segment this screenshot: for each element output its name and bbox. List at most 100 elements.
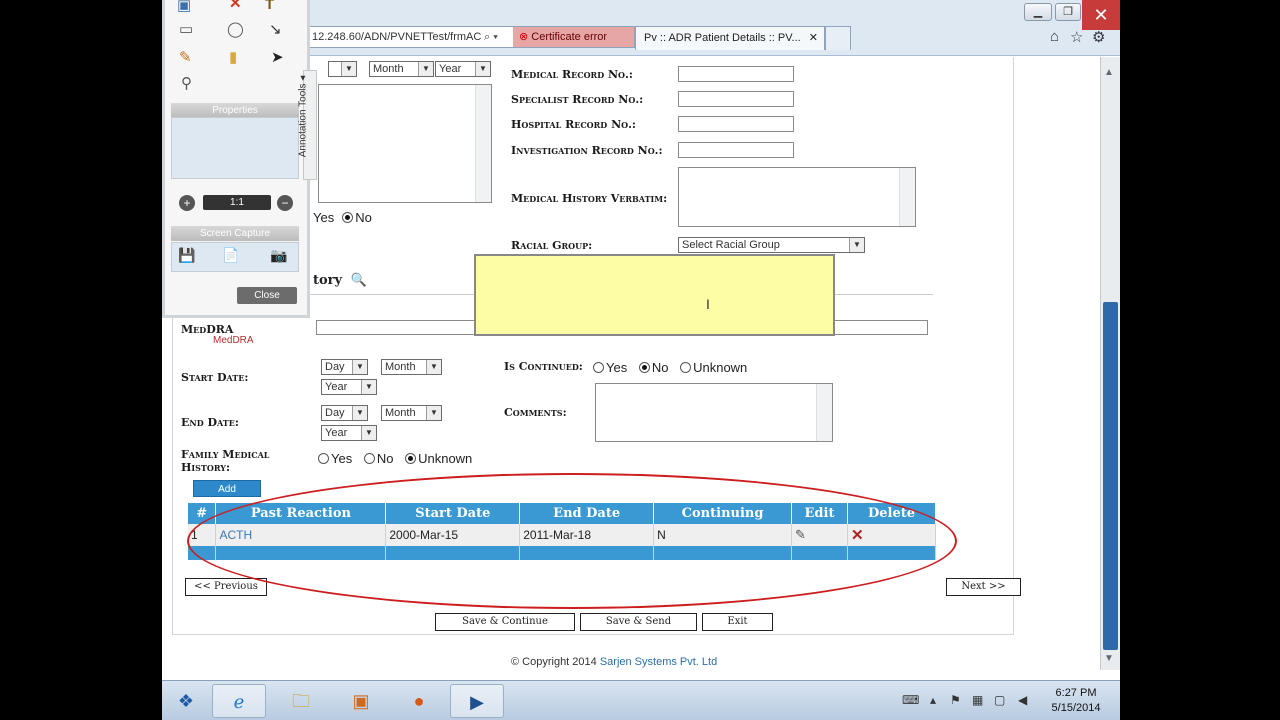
investigation-record-label: Investigation Record No.: xyxy=(511,144,663,157)
company-link[interactable]: Sarjen Systems Pvt. Ltd xyxy=(600,656,717,668)
search-icon[interactable]: ⌕ ▾ xyxy=(484,27,498,47)
delete-tool-icon[interactable]: ✕ xyxy=(229,0,242,12)
arrow-tool-icon[interactable]: ↘ xyxy=(269,20,282,38)
scroll-thumb[interactable] xyxy=(1103,302,1118,650)
end-day-select[interactable]: Day xyxy=(321,405,368,421)
camera-icon[interactable]: 📷 xyxy=(270,247,287,264)
start-day-select[interactable]: Day xyxy=(321,359,368,375)
zoom-level: 1:1 xyxy=(203,195,271,210)
highlighter-tool-icon[interactable]: ▮ xyxy=(229,48,237,66)
family-no-radio[interactable] xyxy=(363,453,375,464)
is-continued-label: Is Continued: xyxy=(504,360,583,373)
grid-header-continuing[interactable]: Continuing xyxy=(653,503,793,524)
continued-unknown-radio[interactable] xyxy=(680,362,692,373)
start-button[interactable]: ❖ xyxy=(166,684,206,718)
add-button[interactable]: Add xyxy=(193,480,261,497)
save-send-button[interactable]: Save & Send xyxy=(580,613,697,631)
favorites-icon[interactable]: ☆ xyxy=(1070,28,1083,46)
end-month-select[interactable]: Month xyxy=(381,405,442,421)
taskbar-clock[interactable]: 6:27 PM 5/15/2014 xyxy=(1040,686,1112,716)
zoom-in-icon[interactable]: + xyxy=(179,195,195,211)
volume-tray-icon[interactable]: ◀ xyxy=(1018,693,1027,707)
tab-adr-patient-details[interactable]: Pv :: ADR Patient Details :: PV... ✕ xyxy=(635,26,825,50)
scroll-up-icon[interactable]: ▲ xyxy=(1104,67,1114,78)
notes-textarea[interactable] xyxy=(318,84,492,203)
dob-month-select-2[interactable]: Month xyxy=(369,61,434,77)
racial-group-select[interactable]: Select Racial Group xyxy=(678,237,865,253)
pointer-tool-icon[interactable]: ➤ xyxy=(271,48,284,66)
edit-icon[interactable]: ✎ xyxy=(795,527,806,542)
search-meddra-icon[interactable]: 🔍 xyxy=(351,273,367,288)
grid-header-start-date[interactable]: Start Date xyxy=(385,503,521,524)
certificate-error-badge[interactable]: ⊗ Certificate error xyxy=(513,27,634,47)
investigation-record-input[interactable] xyxy=(678,142,794,158)
yes-no-radio-group[interactable]: Yes No xyxy=(313,210,372,225)
tools-icon[interactable]: ⚙ xyxy=(1092,28,1105,46)
keyboard-tray-icon[interactable]: ⌨ xyxy=(902,693,919,707)
dob-month-select[interactable] xyxy=(328,61,357,77)
specialist-record-input[interactable] xyxy=(678,91,794,107)
new-tab-button[interactable] xyxy=(825,26,851,50)
save-capture-icon[interactable]: 💾 xyxy=(178,247,195,264)
scroll-down-icon[interactable]: ▼ xyxy=(1104,653,1114,664)
ie-taskbar-icon[interactable]: ℯ xyxy=(212,684,266,718)
select-tool-icon[interactable]: ▣ xyxy=(177,0,191,14)
text-tool-icon[interactable]: T xyxy=(265,0,274,13)
screen-capture-header: Screen Capture xyxy=(171,226,299,241)
sticky-note[interactable]: I xyxy=(474,254,835,336)
address-bar[interactable]: 12.248.60/ADN/PVNETTest/frmAC ⌕ ▾ ⊗ Cert… xyxy=(307,26,635,48)
maximize-button[interactable]: ❐ xyxy=(1055,3,1081,21)
close-annotation-button[interactable]: Close xyxy=(237,287,297,304)
network-tray-icon[interactable]: ▦ xyxy=(972,693,983,707)
is-continued-radio-group[interactable]: Yes No Unknown xyxy=(593,360,747,375)
no-radio[interactable] xyxy=(342,212,354,223)
ellipse-tool-icon[interactable]: ◯ xyxy=(227,20,244,38)
rectangle-tool-icon[interactable]: ▭ xyxy=(179,20,193,38)
family-yes-radio[interactable] xyxy=(318,453,329,464)
recorder-taskbar-icon[interactable]: ▶ xyxy=(450,684,504,718)
copyright-footer: © Copyright 2014 Sarjen Systems Pvt. Ltd xyxy=(511,656,718,668)
medical-record-input[interactable] xyxy=(678,66,794,82)
hospital-record-input[interactable] xyxy=(678,116,794,132)
close-tab-icon[interactable]: ✕ xyxy=(809,27,818,49)
family-history-label-2: History: xyxy=(181,461,231,474)
explorer-taskbar-icon[interactable]: 🗀 xyxy=(274,684,328,718)
home-icon[interactable]: ⌂ xyxy=(1050,28,1059,45)
continued-no-radio[interactable] xyxy=(638,362,650,373)
meddra-sublabel: MedDRA xyxy=(213,335,254,346)
next-button[interactable]: Next >> xyxy=(946,578,1021,596)
show-hidden-icons-icon[interactable]: ▴ xyxy=(930,693,936,707)
flag-tray-icon[interactable]: ⚑ xyxy=(950,693,961,707)
minimize-button[interactable]: ▁ xyxy=(1024,3,1052,21)
continued-yes-radio[interactable] xyxy=(593,362,604,373)
page-scrollbar[interactable]: ▲ ▼ xyxy=(1100,57,1120,670)
previous-button[interactable]: << Previous xyxy=(185,578,267,596)
comments-textarea[interactable] xyxy=(595,383,833,442)
annotation-tools-tab[interactable]: Annotation Tools ◂ xyxy=(297,70,317,180)
family-unknown-radio[interactable] xyxy=(405,453,417,464)
grid-header-past-reaction[interactable]: Past Reaction xyxy=(215,503,387,524)
end-year-select[interactable]: Year xyxy=(321,425,377,441)
delete-icon[interactable]: ✕ xyxy=(851,527,864,544)
start-year-select[interactable]: Year xyxy=(321,379,377,395)
pen-tool-icon[interactable]: ✎ xyxy=(179,48,192,66)
copy-capture-icon[interactable]: 📄 xyxy=(222,247,239,264)
family-history-radio-group[interactable]: Yes No Unknown xyxy=(318,451,472,466)
firefox-taskbar-icon[interactable]: ● xyxy=(392,684,446,718)
exit-button[interactable]: Exit xyxy=(702,613,773,631)
close-window-button[interactable]: ✕ xyxy=(1082,0,1120,30)
error-icon: ⊗ xyxy=(519,31,532,43)
row-delete-cell: ✕ xyxy=(847,524,937,546)
medical-history-verbatim-label: Medical History Verbatim: xyxy=(511,192,668,205)
row-reaction-link[interactable]: ACTH xyxy=(215,524,387,546)
eyedropper-tool-icon[interactable]: ⚲ xyxy=(181,74,192,92)
dob-year-select[interactable]: Year xyxy=(435,61,491,77)
medical-history-verbatim-textarea[interactable] xyxy=(678,167,916,227)
display-tray-icon[interactable]: ▢ xyxy=(994,693,1005,707)
save-continue-button[interactable]: Save & Continue xyxy=(435,613,575,631)
start-month-select[interactable]: Month xyxy=(381,359,442,375)
properties-area xyxy=(171,117,299,179)
zoom-out-icon[interactable]: − xyxy=(277,195,293,211)
media-player-taskbar-icon[interactable]: ▣ xyxy=(334,684,388,718)
grid-header-end-date[interactable]: End Date xyxy=(519,503,655,524)
